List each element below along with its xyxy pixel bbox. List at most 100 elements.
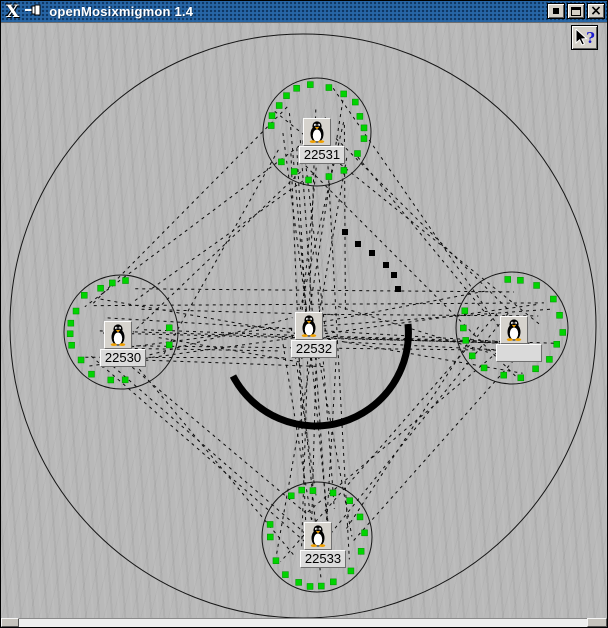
process-dot[interactable] [330, 490, 336, 496]
scrollbar-track[interactable] [19, 618, 587, 627]
process-dot[interactable] [310, 488, 316, 494]
process-dot[interactable] [546, 356, 552, 362]
app-window: X openMosixmigmon 1.4 × 22531 22530 22532 2… [0, 0, 608, 628]
process-dot[interactable] [534, 282, 540, 288]
process-dot[interactable] [269, 113, 275, 119]
process-dot[interactable] [557, 312, 563, 318]
connection-line [106, 345, 307, 514]
connection-line [303, 140, 326, 334]
process-dot[interactable] [307, 82, 313, 88]
process-dot[interactable] [98, 285, 104, 291]
process-dot[interactable] [358, 548, 364, 554]
migration-square [383, 262, 389, 268]
process-dot[interactable] [276, 103, 282, 109]
process-dot[interactable] [463, 337, 469, 343]
process-dot[interactable] [81, 292, 87, 298]
whats-this-button[interactable]: ? [571, 25, 598, 50]
connection-line [94, 303, 544, 306]
process-dot[interactable] [517, 277, 523, 283]
process-dot[interactable] [460, 325, 466, 331]
process-dot[interactable] [554, 341, 560, 347]
process-dot[interactable] [361, 125, 367, 131]
titlebar[interactable]: X openMosixmigmon 1.4 × [1, 1, 607, 22]
close-icon: × [590, 6, 602, 16]
node-22533-label[interactable]: 22533 [300, 550, 346, 568]
process-dot[interactable] [330, 579, 336, 585]
process-dot[interactable] [518, 375, 524, 381]
maximize-icon [571, 7, 581, 16]
process-dot[interactable] [318, 583, 324, 589]
process-dot[interactable] [462, 308, 468, 314]
process-dot[interactable] [108, 377, 114, 383]
migration-square [391, 272, 397, 278]
migration-square [342, 229, 348, 235]
connection-line [135, 289, 514, 292]
node-right-label[interactable] [496, 344, 542, 362]
process-dot[interactable] [69, 342, 75, 348]
window-controls: × [547, 3, 605, 19]
node-22530-icon[interactable] [104, 321, 132, 349]
minimize-button[interactable] [547, 3, 565, 19]
process-dot[interactable] [306, 177, 312, 183]
node-22531-icon[interactable] [303, 118, 331, 146]
process-dot[interactable] [109, 280, 115, 286]
connection-line [113, 366, 319, 545]
process-dot[interactable] [73, 308, 79, 314]
process-dot[interactable] [352, 99, 358, 105]
process-dot[interactable] [278, 159, 284, 165]
node-22532-icon[interactable] [295, 312, 323, 340]
process-dot[interactable] [326, 174, 332, 180]
process-dot[interactable] [550, 296, 556, 302]
process-dot[interactable] [481, 365, 487, 371]
maximize-button[interactable] [567, 3, 585, 19]
process-dot[interactable] [68, 320, 74, 326]
process-dot[interactable] [326, 85, 332, 91]
tux-icon [504, 319, 524, 341]
process-dot[interactable] [560, 329, 566, 335]
process-dot[interactable] [505, 276, 511, 282]
process-dot[interactable] [122, 377, 128, 383]
tux-icon [307, 121, 327, 143]
close-button[interactable]: × [587, 3, 605, 19]
process-dot[interactable] [166, 342, 172, 348]
scrollbar-left-grip[interactable] [1, 618, 19, 627]
process-dot[interactable] [341, 91, 347, 97]
node-22531-label[interactable]: 22531 [299, 146, 345, 164]
process-dot[interactable] [282, 572, 288, 578]
bottom-scrollbar [1, 618, 607, 627]
process-dot[interactable] [296, 579, 302, 585]
process-dot[interactable] [288, 493, 294, 499]
process-dot[interactable] [273, 558, 279, 564]
process-dot[interactable] [166, 325, 172, 331]
process-dot[interactable] [284, 93, 290, 99]
process-dot[interactable] [469, 353, 475, 359]
process-dot[interactable] [267, 534, 273, 540]
process-dot[interactable] [267, 521, 273, 527]
process-dot[interactable] [291, 169, 297, 175]
process-dot[interactable] [88, 371, 94, 377]
process-dot[interactable] [357, 113, 363, 119]
process-dot[interactable] [354, 151, 360, 157]
process-dot[interactable] [268, 123, 274, 129]
process-dot[interactable] [357, 514, 363, 520]
connection-line [159, 338, 303, 363]
node-right-icon[interactable] [500, 316, 528, 344]
node-22532-label[interactable]: 22532 [291, 340, 337, 358]
process-dot[interactable] [123, 278, 129, 284]
process-dot[interactable] [533, 366, 539, 372]
node-22533-icon[interactable] [304, 522, 332, 550]
process-dot[interactable] [67, 331, 73, 337]
node-22530-label[interactable]: 22530 [100, 349, 146, 367]
migration-squares [342, 229, 401, 292]
process-dot[interactable] [348, 568, 354, 574]
process-dot[interactable] [347, 498, 353, 504]
process-dot[interactable] [299, 487, 305, 493]
process-dot[interactable] [362, 530, 368, 536]
scrollbar-right-grip[interactable] [587, 618, 607, 627]
process-dot[interactable] [501, 372, 507, 378]
process-dot[interactable] [78, 357, 84, 363]
process-dot[interactable] [341, 167, 347, 173]
process-dot[interactable] [294, 85, 300, 91]
process-dot[interactable] [361, 136, 367, 142]
process-dot[interactable] [307, 583, 313, 589]
